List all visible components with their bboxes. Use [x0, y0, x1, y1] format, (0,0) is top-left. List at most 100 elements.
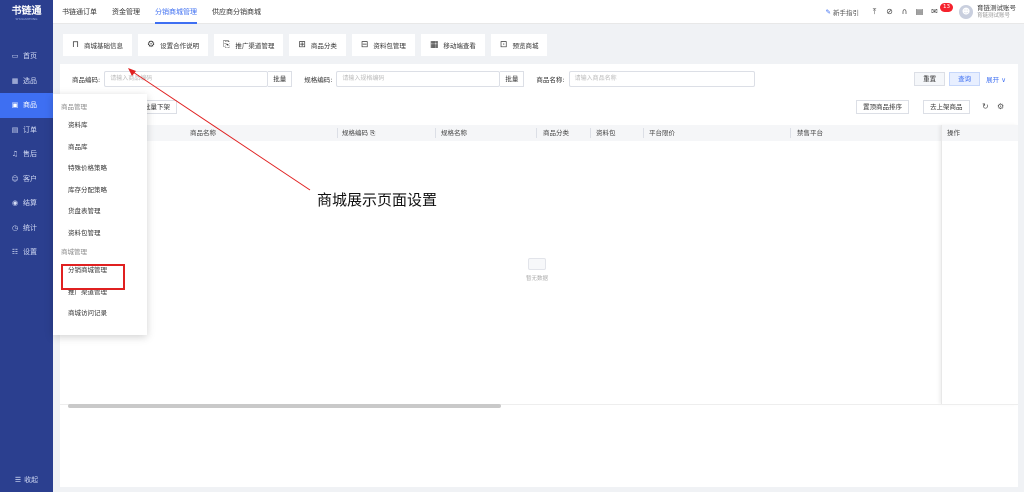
- calendar-icon[interactable]: ▤: [914, 7, 926, 16]
- product-name-input[interactable]: 请输入商品名称: [568, 71, 755, 87]
- button-label: 资料包管理: [373, 42, 406, 50]
- preview-icon: ⊡: [499, 40, 508, 50]
- grid-icon: ▦: [11, 76, 19, 85]
- tab-orders[interactable]: 书链通订单: [62, 0, 97, 24]
- horizontal-scrollbar[interactable]: [68, 404, 501, 408]
- message-icon[interactable]: ✉: [929, 7, 941, 16]
- clock-icon: ◷: [11, 223, 19, 232]
- product-dropdown-menu: 商品管理 资料库 商品库 特殊价格策略 库存分配策略 货盘表管理 资料包管理 商…: [53, 94, 147, 335]
- button-label: 商城基础信息: [84, 42, 124, 50]
- sidebar-item-statistics[interactable]: ◷ 统计: [0, 216, 53, 241]
- sidebar-nav: ▭ 首页 ▦ 选品 ▣ 商品 ▤ 订单 ♫ 售后 ☺ 客户 ◉ 结算 ◷ 统计 ☷ 设置: [0, 44, 53, 265]
- box-icon: ▣: [11, 101, 19, 110]
- sidebar-item-settings[interactable]: ☷ 设置: [0, 240, 53, 265]
- sub-toolbar: ⊓ 商城基础信息 ⚙ 设置合作说明 ⎘ 推广渠道管理 ⊞ 商品分类 ⊟ 资料包管理 ▦ 移动…: [63, 32, 553, 58]
- empty-text: 暂无数据: [525, 276, 548, 282]
- menu-item-visit-records[interactable]: 商城访问记录: [53, 303, 147, 325]
- highlight-box: [61, 264, 125, 290]
- account-subtitle: 育链测试账号: [977, 12, 1011, 19]
- expand-link[interactable]: 展开 ∨: [986, 74, 1006, 84]
- refresh-icon[interactable]: ↻: [982, 100, 989, 114]
- settings-icon[interactable]: ⚙: [997, 100, 1004, 114]
- users-icon: ☺: [11, 174, 19, 183]
- document-search-icon: ⎘: [223, 40, 231, 50]
- qrcode-icon: ▦: [429, 40, 439, 50]
- expand-label: 展开: [986, 76, 1000, 84]
- reset-button[interactable]: 重置: [914, 72, 946, 86]
- sidebar-item-aftersale[interactable]: ♫ 售后: [0, 142, 53, 167]
- product-code-input[interactable]: 请输入商品编码: [104, 71, 269, 87]
- column-divider: [790, 128, 791, 138]
- settle-icon: ◉: [11, 199, 19, 208]
- collapse-button[interactable]: ☰ 收起: [0, 472, 53, 488]
- button-label: 设置合作说明: [160, 42, 200, 50]
- product-category-button[interactable]: ⊞ 商品分类: [289, 34, 346, 56]
- column-divider: [536, 128, 537, 138]
- menu-item-material-pack[interactable]: 资料包管理: [53, 223, 147, 245]
- logo-title: 书链通: [11, 5, 42, 17]
- sidebar-item-products[interactable]: ▣ 商品: [0, 93, 53, 118]
- promotion-channel-button[interactable]: ⎘ 推广渠道管理: [214, 34, 284, 56]
- cooperation-setting-button[interactable]: ⚙ 设置合作说明: [138, 34, 209, 56]
- mall-basic-info-button[interactable]: ⊓ 商城基础信息: [63, 34, 133, 56]
- sidebar-item-label: 商品: [23, 101, 37, 110]
- spec-code-batch-button[interactable]: 批量: [500, 71, 525, 87]
- operations-column: [941, 125, 1018, 404]
- empty-state: 暂无数据: [522, 258, 552, 282]
- headset-icon: ♫: [11, 150, 19, 159]
- go-list-products-button[interactable]: 去上架商品: [923, 100, 970, 114]
- column-divider: [435, 128, 436, 138]
- tab-supplier-mall[interactable]: 供应商分销商城: [212, 0, 261, 24]
- menu-item-pallet-table[interactable]: 货盘表管理: [53, 201, 147, 223]
- upload-icon[interactable]: ⤒: [869, 7, 881, 17]
- avatar[interactable]: ☻: [959, 4, 973, 19]
- sidebar-item-orders[interactable]: ▤ 订单: [0, 118, 53, 143]
- button-label: 商品分类: [310, 42, 337, 50]
- button-label: 移动端查看: [443, 42, 476, 50]
- button-label: 推广渠道管理: [235, 42, 275, 50]
- header-right: ✎ 新手指引 ⤒ ⊘ ∩ ▤ ✉ 13 ☻ 育链测试账号 育链测试账号: [826, 3, 1024, 20]
- product-code-batch-button[interactable]: 批量: [268, 71, 293, 87]
- column-spec-name: 规格名称: [441, 129, 467, 137]
- mobile-view-button[interactable]: ▦ 移动端查看: [420, 34, 485, 56]
- account-info[interactable]: 育链测试账号 育链测试账号: [977, 4, 1016, 20]
- column-divider: [590, 128, 591, 138]
- copy-icon[interactable]: ⎘: [370, 129, 375, 137]
- headset-icon[interactable]: ∩: [899, 7, 911, 16]
- collapse-label: 收起: [24, 476, 39, 484]
- menu-item-special-price[interactable]: 特殊价格策略: [53, 158, 147, 180]
- guide-label: 新手指引: [833, 8, 859, 17]
- query-button[interactable]: 查询: [949, 72, 981, 86]
- apps-icon: ⊞: [298, 40, 306, 50]
- menu-item-material-library[interactable]: 资料库: [53, 115, 147, 137]
- top-tabs: 书链通订单 资金管理 分销商城管理 供应商分销商城: [53, 0, 276, 24]
- pin-sort-button[interactable]: 置顶商品排序: [856, 100, 909, 114]
- edit-icon: ✎: [825, 7, 831, 16]
- link-icon[interactable]: ⊘: [884, 7, 896, 16]
- material-pack-button[interactable]: ⊟ 资料包管理: [351, 34, 415, 56]
- annotation-text: 商城展示页面设置: [317, 191, 438, 209]
- tab-funds[interactable]: 资金管理: [112, 0, 140, 24]
- logo-subtitle: SHULIANTONG: [15, 16, 38, 21]
- main-panel: 商品编码: 请输入商品编码 批量 规格编码: 请输入规格编码 批量 商品名称: …: [60, 64, 1018, 487]
- preview-mall-button[interactable]: ⊡ 预览商城: [490, 34, 548, 56]
- tab-mall-management[interactable]: 分销商城管理: [155, 0, 197, 24]
- logo[interactable]: 书链通 SHULIANTONG: [0, 0, 53, 26]
- account-name: 育链测试账号: [977, 3, 1016, 12]
- monitor-icon: ▭: [11, 52, 19, 61]
- menu-item-stock-allocation[interactable]: 库存分配策略: [53, 180, 147, 202]
- guide-link[interactable]: ✎ 新手指引: [826, 7, 859, 17]
- menu-item-product-library[interactable]: 商品库: [53, 137, 147, 159]
- sidebar-item-label: 订单: [23, 125, 37, 134]
- notification-badge: 13: [940, 3, 953, 12]
- sidebar-item-settlement[interactable]: ◉ 结算: [0, 191, 53, 216]
- column-divider: [337, 128, 338, 138]
- sidebar-item-label: 统计: [23, 223, 37, 232]
- sidebar-item-label: 选品: [23, 76, 37, 85]
- sidebar-item-selection[interactable]: ▦ 选品: [0, 69, 53, 94]
- column-banned-platform: 禁售平台: [797, 129, 823, 137]
- sidebar-item-customers[interactable]: ☺ 客户: [0, 167, 53, 192]
- sidebar-item-home[interactable]: ▭ 首页: [0, 44, 53, 69]
- menu-icon: ☰: [14, 476, 22, 484]
- spec-code-input[interactable]: 请输入规格编码: [336, 71, 501, 87]
